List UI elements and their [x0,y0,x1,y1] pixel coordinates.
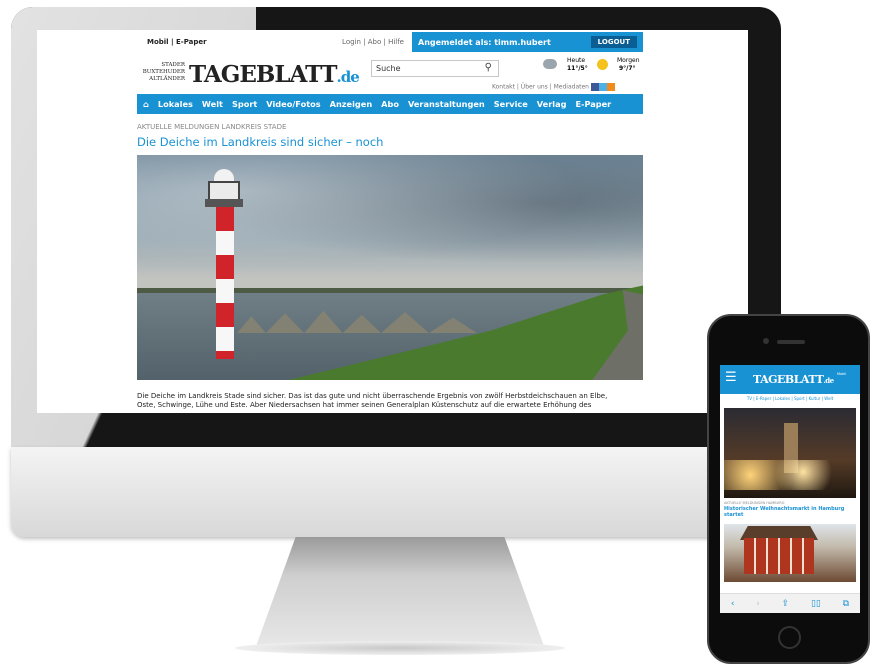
front-camera [763,338,769,344]
nav-item-anzeigen[interactable]: Anzeigen [330,99,373,109]
article-body: Die Deiche im Landkreis Stade sind siche… [137,392,643,410]
nav-item-welt[interactable]: Welt [202,99,223,109]
forward-arrow-icon[interactable]: › [756,599,760,609]
desktop-screen: Mobil | E-Paper Login | Abo | Hilfe Ange… [37,30,748,413]
share-icon[interactable]: ⇪ [782,599,790,609]
home-button[interactable] [778,626,801,649]
imac-stand-neck [255,537,545,649]
desktop-website: Mobil | E-Paper Login | Abo | Hilfe Ange… [137,32,643,410]
weather-today-temp: 11°/5° [567,65,588,72]
nav-item-verlag[interactable]: Verlag [537,99,567,109]
search-icon[interactable]: ⚲ [485,62,492,73]
mobile-logo[interactable]: TAGEBLATT.de [753,373,834,386]
nav-item-service[interactable]: Service [494,99,528,109]
hamburger-menu-icon[interactable]: ☰ [725,371,737,384]
article-headline[interactable]: Die Deiche im Landkreis sind sicher – no… [137,135,643,149]
main-nav: ⌂ Lokales Welt Sport Video/Fotos Anzeige… [137,94,643,114]
regional-titles: STADER BUXTEHUDER ALTLÄNDER [137,62,185,83]
login-abo-hilfe-links[interactable]: Login | Abo | Hilfe [307,38,412,46]
nav-item-abo[interactable]: Abo [381,99,399,109]
article-body-line: Oste, Schwinge, Lühe und Este. Aber Nied… [137,401,592,409]
half-timbered-house-photo[interactable] [724,524,856,582]
facebook-icon[interactable] [590,83,599,91]
back-arrow-icon[interactable]: ‹ [731,599,735,609]
regional-title-stader: STADER [161,62,185,68]
lighthouse [205,169,243,359]
nav-item-veranstaltungen[interactable]: Veranstaltungen [408,99,485,109]
search-placeholder: Suche [376,64,401,73]
article-body-line: Die Deiche im Landkreis Stade sind siche… [137,392,608,400]
earpiece-speaker [777,340,805,344]
search-input[interactable]: Suche ⚲ [371,60,499,77]
logo-text: TAGEBLATT [189,61,337,88]
top-bar: Mobil | E-Paper Login | Abo | Hilfe Ange… [137,32,643,52]
nav-item-e-paper[interactable]: E-Paper [575,99,611,109]
house-facade [744,538,814,574]
nav-item-video-fotos[interactable]: Video/Fotos [266,99,320,109]
site-logo[interactable]: TAGEBLATT.de [189,61,360,88]
weather-today-label: Heute [567,57,586,64]
logo-suffix: .de [336,68,360,86]
safari-toolbar: ‹ › ⇪ ▯▯ ⧉ [720,593,860,613]
mobile-article-title[interactable]: Historischer Weihnachtsmarkt in Hamburg … [724,506,856,518]
mobile-logo-text: TAGEBLATT [753,373,824,386]
weather-tomorrow-label: Morgen [617,57,640,64]
mobile-quick-links[interactable]: TV | E-Paper | Lokales | Sport | Kultur … [720,396,860,401]
lighthouse-gallery [205,199,243,207]
logout-button[interactable]: LOGOUT [590,36,637,48]
nav-item-sport[interactable]: Sport [232,99,257,109]
article-photo [137,155,643,380]
christmas-market-photo[interactable] [724,408,856,498]
article-kicker: AKTUELLE MELDUNGEN LANDKREIS STADE [137,123,287,131]
weather-widget: Heute 11°/5° Morgen 9°/7° [541,57,643,81]
bookmarks-icon[interactable]: ▯▯ [811,599,821,609]
masthead: STADER BUXTEHUDER ALTLÄNDER TAGEBLATT.de… [137,52,643,94]
regional-title-altlaender: ALTLÄNDER [149,76,185,82]
nav-item-lokales[interactable]: Lokales [158,99,193,109]
imac-stand [235,537,565,657]
mobile-screen: ☰ TAGEBLATT.de Mobil TV | E-Paper | Loka… [720,365,860,613]
regional-title-buxtehuder: BUXTEHUDER [142,69,185,75]
imac-chin [11,447,781,537]
cloud-icon [543,59,557,69]
lighthouse-cap [214,169,234,181]
twitter-icon[interactable] [598,83,607,91]
rss-icon[interactable] [606,83,615,91]
mobile-badge: Mobil [837,372,847,376]
meta-links[interactable]: Kontakt | Über uns | Mediadaten [492,83,615,91]
lighthouse-lantern [208,181,240,201]
mobile-logo-suffix: .de [823,376,834,385]
logged-in-label: Angemeldet als: timm.hubert [418,37,551,47]
mobile-article-kicker: AKTUELLE MELDUNGEN HAMBURG [724,501,785,505]
weather-tomorrow-temp: 9°/7° [619,65,636,72]
imac-stand-base [235,641,565,655]
user-bar: Angemeldet als: timm.hubert LOGOUT [412,32,643,52]
mobile-header: ☰ TAGEBLATT.de Mobil [720,365,860,394]
meta-links-text[interactable]: Kontakt | Über uns | Mediadaten [492,84,589,91]
mobil-epaper-link[interactable]: Mobil | E-Paper [147,38,307,46]
market-lights [724,460,856,490]
lighthouse-tower [216,207,234,359]
tabs-icon[interactable]: ⧉ [843,599,849,609]
iphone-frame: ☰ TAGEBLATT.de Mobil TV | E-Paper | Loka… [707,314,870,664]
house-icon[interactable]: ⌂ [143,99,149,109]
sun-icon [597,59,608,70]
